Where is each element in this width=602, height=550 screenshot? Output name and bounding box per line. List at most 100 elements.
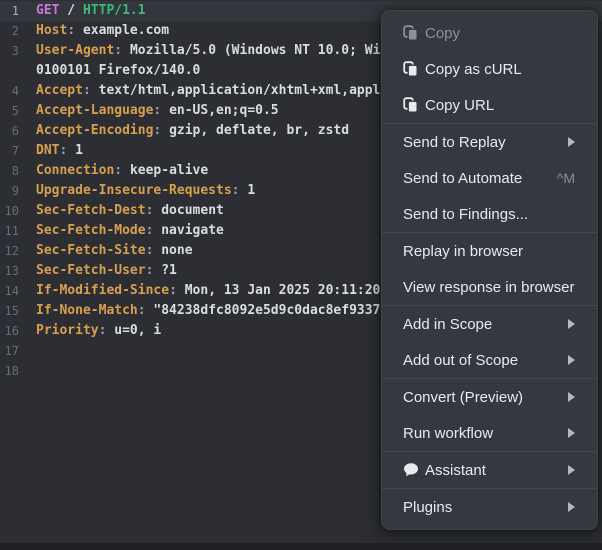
submenu-arrow-icon (568, 428, 575, 438)
context-menu: Copy Copy as cURL Copy URL Send to Replay Se… (381, 10, 598, 530)
token-punct: : (145, 203, 162, 218)
bottom-edge (0, 543, 602, 550)
token-punct: : (59, 143, 76, 158)
menu-item-plugins[interactable]: Plugins (382, 489, 597, 525)
token-punct: : (145, 243, 162, 258)
token-punct: : (169, 283, 185, 298)
line-number: 4 (11, 84, 19, 98)
assistant-chat-icon (404, 463, 418, 477)
line-number: 5 (11, 104, 19, 118)
line-number: 18 (4, 364, 19, 378)
token-punct: : (67, 23, 83, 38)
token-name: DNT (36, 143, 60, 158)
menu-item-copy[interactable]: Copy (382, 15, 597, 51)
menu-item-convert-preview[interactable]: Convert (Preview) (382, 379, 597, 415)
menu-item-label: Send to Findings... (403, 205, 529, 223)
token-plain: keep-alive (129, 163, 209, 178)
token-name: Accept-Encoding (36, 123, 154, 138)
menu-item-copy-url[interactable]: Copy URL (382, 87, 597, 123)
token-name: Sec-Fetch-Dest (36, 203, 146, 218)
menu-item-send-to-replay[interactable]: Send to Replay (382, 124, 597, 160)
menu-item-send-to-automate[interactable]: Send to Automate ^M (382, 160, 597, 196)
copy-icon (403, 96, 418, 113)
token-plain: example.com (82, 23, 170, 38)
menu-item-copy-as-curl[interactable]: Copy as cURL (382, 51, 597, 87)
token-name: Accept (36, 83, 83, 98)
copy-icon-wrap (403, 60, 419, 78)
assistant-icon-wrap (403, 462, 419, 479)
line-number: 14 (4, 284, 19, 298)
menu-item-run-workflow[interactable]: Run workflow (382, 415, 597, 451)
token-punct: : (145, 223, 162, 238)
token-method: GET (36, 3, 60, 18)
menu-item-label: Replay in browser (403, 242, 524, 260)
token-punct: : (231, 183, 248, 198)
token-punct: : (114, 163, 130, 178)
line-number: 6 (11, 124, 19, 138)
line-number: 15 (4, 304, 19, 318)
menu-item-shortcut: ^M (556, 170, 575, 186)
token-version: HTTP/1.1 (82, 3, 146, 18)
token-punct: : (98, 323, 115, 338)
token-punct: : (82, 83, 99, 98)
token-plain: gzip, deflate, br, zstd (169, 123, 350, 138)
menu-item-label: Assistant (425, 461, 486, 479)
menu-item-assistant[interactable]: Assistant (382, 452, 597, 488)
token-name: Connection (36, 163, 115, 178)
menu-item-view-response-in-browser[interactable]: View response in browser (382, 269, 597, 305)
menu-item-label: Copy URL (425, 96, 495, 114)
copy-icon-wrap (403, 24, 419, 42)
token-plain: u=0, i (114, 323, 162, 338)
token-name: If-None-Match (36, 303, 138, 318)
token-punct: : (153, 103, 170, 118)
menu-item-label: Copy (425, 24, 461, 42)
token-plain: 1 (247, 183, 256, 198)
line-number: 3 (11, 44, 19, 58)
token-punct: : (114, 43, 130, 58)
token-plain: none (161, 243, 193, 258)
menu-item-label: Send to Replay (403, 133, 506, 151)
token-plain: ?1 (161, 263, 177, 278)
menu-item-label: Run workflow (403, 424, 494, 442)
token-name: Sec-Fetch-User (36, 263, 146, 278)
token-name: Sec-Fetch-Site (36, 243, 146, 258)
submenu-arrow-icon (568, 355, 575, 365)
menu-item-send-to-findings[interactable]: Send to Findings... (382, 196, 597, 232)
menu-item-label: Convert (Preview) (403, 388, 524, 406)
line-number: 16 (4, 324, 19, 338)
copy-icon (403, 60, 418, 77)
line-number: 12 (4, 244, 19, 258)
token-name: Upgrade-Insecure-Requests (36, 183, 232, 198)
submenu-arrow-icon (568, 502, 575, 512)
line-number: 1 (11, 4, 19, 18)
token-plain: en-US,en;q=0.5 (169, 103, 279, 118)
line-number: 9 (11, 184, 19, 198)
menu-item-label: Add in Scope (403, 315, 493, 333)
token-name: Accept-Language (36, 103, 154, 118)
submenu-arrow-icon (568, 465, 575, 475)
token-plain: Mon, 13 Jan 2025 20:11:20 (184, 283, 381, 298)
menu-item-label: Send to Automate (403, 169, 523, 187)
menu-item-replay-in-browser[interactable]: Replay in browser (382, 233, 597, 269)
token-plain: 0100101 Firefox/140.0 (36, 63, 201, 78)
line-number: 7 (11, 144, 19, 158)
submenu-arrow-icon (568, 392, 575, 402)
line-number: 10 (4, 204, 19, 218)
line-number: 2 (11, 24, 19, 38)
menu-item-label: Plugins (403, 498, 453, 516)
token-plain: "84238dfc8092e5d9c0dac8ef9337 (153, 303, 381, 318)
token-name: Sec-Fetch-Mode (36, 223, 146, 238)
token-name: User-Agent (36, 43, 115, 58)
token-punct: : (153, 123, 170, 138)
token-name: Host (36, 23, 68, 38)
line-number: 13 (4, 264, 19, 278)
token-plain: / (59, 3, 83, 18)
token-plain: 1 (75, 143, 83, 158)
menu-item-add-out-of-scope[interactable]: Add out of Scope (382, 342, 597, 378)
submenu-arrow-icon (568, 137, 575, 147)
copy-icon-wrap (403, 96, 419, 114)
menu-item-add-in-scope[interactable]: Add in Scope (382, 306, 597, 342)
menu-item-label: Add out of Scope (403, 351, 519, 369)
token-plain: document (161, 203, 224, 218)
token-punct: : (137, 303, 154, 318)
